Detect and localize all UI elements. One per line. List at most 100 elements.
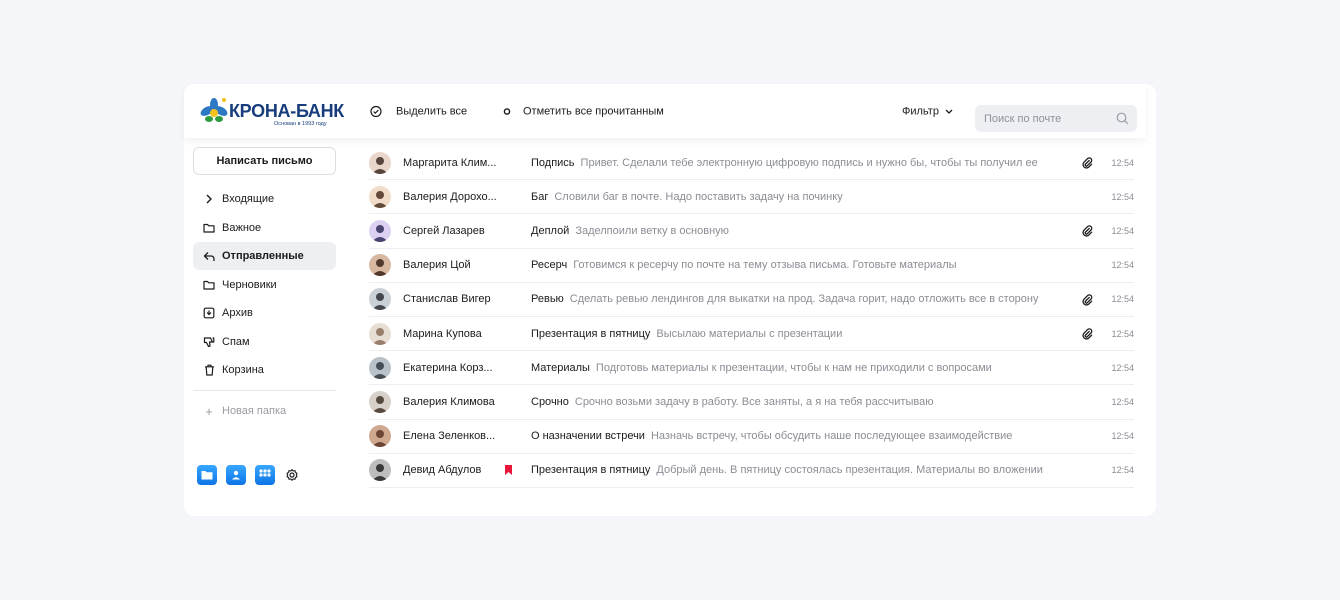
calendar-app-icon[interactable] (255, 465, 275, 485)
email-time: 12:54 (1111, 225, 1134, 236)
email-time: 12:54 (1111, 465, 1134, 476)
avatar[interactable] (369, 425, 391, 448)
email-subject: О назначении встречи (531, 430, 645, 443)
avatar[interactable] (369, 459, 391, 482)
sidebar-item-label: Черновики (222, 278, 277, 291)
email-time: 12:54 (1111, 431, 1134, 442)
chevron-right-icon[interactable] (203, 193, 215, 205)
compose-button[interactable]: Написать письмо (193, 147, 336, 175)
folder-icon (203, 222, 215, 234)
sidebar-item-important[interactable]: Важное (193, 214, 336, 242)
attachment-icon[interactable] (1082, 328, 1094, 340)
new-folder-button[interactable]: + Новая папка (193, 397, 336, 425)
email-subject-line: Презентация в пятницу Добрый день. В пятн… (531, 464, 1043, 476)
email-row[interactable]: Валерия Климова Срочно Срочно возьми зада… (369, 385, 1134, 420)
dislike-icon (203, 336, 215, 348)
avatar[interactable] (369, 322, 391, 345)
email-preview: Подготовь материалы к презентации, чтобы… (595, 361, 992, 374)
sidebar-item-label: Отправленные (222, 250, 304, 262)
search-box[interactable] (975, 105, 1137, 132)
email-preview: Заделпоили ветку в основную (575, 224, 729, 237)
email-preview: Срочно возьми задачу в работу. Все занят… (574, 395, 934, 408)
email-subject: Презентация в пятницу (531, 464, 651, 477)
email-row[interactable]: Сергей Лазарев Деплой Заделпоили ветку в … (369, 214, 1134, 249)
sidebar-item-trash[interactable]: Корзина (193, 356, 336, 384)
email-row[interactable]: Маргарита Клим... Подпись Привет. Сделали… (369, 146, 1134, 181)
email-row[interactable]: Станислав Вигер Ревью Сделать ревью ленди… (369, 283, 1134, 317)
email-sender: Екатерина Корз... (403, 361, 493, 374)
email-time: 12:54 (1111, 396, 1134, 407)
archive-icon (203, 307, 215, 319)
email-sender: Сергей Лазарев (403, 224, 485, 237)
gear-icon[interactable] (285, 468, 299, 482)
filter-dropdown[interactable]: Фильтр (902, 105, 953, 118)
folder-icon (203, 279, 215, 291)
email-sender: Марина Купова (403, 327, 482, 340)
top-toolbar: КРОНА-БАНК Основан в 1993 году Выделить … (184, 84, 1146, 138)
avatar[interactable] (369, 254, 391, 277)
sidebar-item-drafts[interactable]: Черновики (193, 271, 336, 299)
email-row[interactable]: Валерия Цой Ресерч Готовимся к ресерчу по… (369, 249, 1134, 283)
email-preview: Словили баг в почте. Надо поставить зада… (554, 190, 843, 203)
sidebar-item-label: Спам (222, 335, 250, 348)
sidebar-divider (193, 390, 336, 391)
email-subject: Ресерч (531, 259, 568, 272)
attachment-icon[interactable] (1082, 294, 1094, 306)
logo-title: КРОНА-БАНК (229, 101, 344, 121)
files-app-icon[interactable] (197, 465, 217, 485)
attachment-icon[interactable] (1082, 225, 1094, 237)
email-subject-line: О назначении встречи Назначь встречу, что… (531, 430, 1012, 442)
select-all-button[interactable]: Выделить все (369, 105, 467, 118)
email-subject-line: Срочно Срочно возьми задачу в работу. Все… (531, 396, 933, 408)
mark-all-read-button[interactable]: Отметить все прочитанным (500, 105, 664, 118)
email-subject: Материалы (531, 361, 590, 374)
email-time: 12:54 (1111, 362, 1134, 373)
email-row[interactable]: Валерия Дорохо... Баг Словили баг в почте… (369, 180, 1134, 215)
folder-list: Входящие Важное Отправленные Черновики А… (193, 185, 336, 425)
filter-label: Фильтр (902, 105, 939, 117)
sidebar-item-spam[interactable]: Спам (193, 328, 336, 356)
search-icon[interactable] (1116, 112, 1129, 130)
email-row[interactable]: Девид Абдулов Презентация в пятницу Добры… (369, 454, 1134, 488)
mail-list: Маргарита Клим... Подпись Привет. Сделали… (369, 146, 1134, 488)
email-preview: Назначь встречу, чтобы обсудить наше пос… (650, 430, 1013, 443)
email-subject: Подпись (531, 156, 575, 169)
contacts-app-icon[interactable] (226, 465, 246, 485)
sidebar-item-archive[interactable]: Архив (193, 299, 336, 327)
email-time: 12:54 (1111, 191, 1134, 202)
sidebar-item-label: Входящие (222, 193, 275, 205)
email-subject: Презентация в пятницу (531, 327, 651, 340)
email-preview: Привет. Сделали тебе электронную цифрову… (580, 156, 1038, 169)
bookmark-flag-icon[interactable] (505, 464, 512, 475)
email-subject: Деплой (531, 224, 570, 237)
email-subject-line: Ресерч Готовимся к ресерчу по почте на те… (531, 259, 957, 271)
email-row[interactable]: Марина Купова Презентация в пятницу Высыл… (369, 317, 1134, 352)
email-subject: Баг (531, 190, 549, 203)
mark-all-read-label: Отметить все прочитанным (523, 105, 664, 117)
sidebar: Написать письмо Входящие Важное Отправле… (193, 147, 336, 426)
email-time: 12:54 (1111, 294, 1134, 305)
email-preview: Сделать ревью лендингов для выкатки на п… (569, 293, 1039, 306)
avatar[interactable] (369, 390, 391, 413)
avatar[interactable] (369, 219, 391, 242)
avatar[interactable] (369, 356, 391, 379)
email-row[interactable]: Елена Зеленков... О назначении встречи На… (369, 420, 1134, 454)
email-row[interactable]: Екатерина Корз... Материалы Подготовь мат… (369, 351, 1134, 386)
email-subject-line: Материалы Подготовь материалы к презентац… (531, 362, 992, 374)
email-subject-line: Ревью Сделать ревью лендингов для выкатки… (531, 293, 1039, 305)
email-preview: Высылаю материалы с презентации (656, 327, 843, 340)
avatar[interactable] (369, 151, 391, 174)
sidebar-item-inbox[interactable]: Входящие (193, 185, 336, 213)
bank-logo[interactable]: КРОНА-БАНК Основан в 1993 году (200, 97, 344, 129)
avatar[interactable] (369, 185, 391, 208)
reply-icon (203, 250, 215, 262)
attachment-icon[interactable] (1082, 157, 1094, 169)
app-switcher (197, 465, 299, 485)
mail-window: КРОНА-БАНК Основан в 1993 году Выделить … (184, 84, 1156, 516)
email-sender: Елена Зеленков... (403, 430, 496, 443)
sidebar-item-sent[interactable]: Отправленные (193, 242, 336, 270)
email-sender: Маргарита Клим... (403, 156, 497, 169)
avatar[interactable] (369, 288, 391, 311)
trash-icon (203, 364, 215, 376)
search-input[interactable] (984, 112, 1112, 125)
